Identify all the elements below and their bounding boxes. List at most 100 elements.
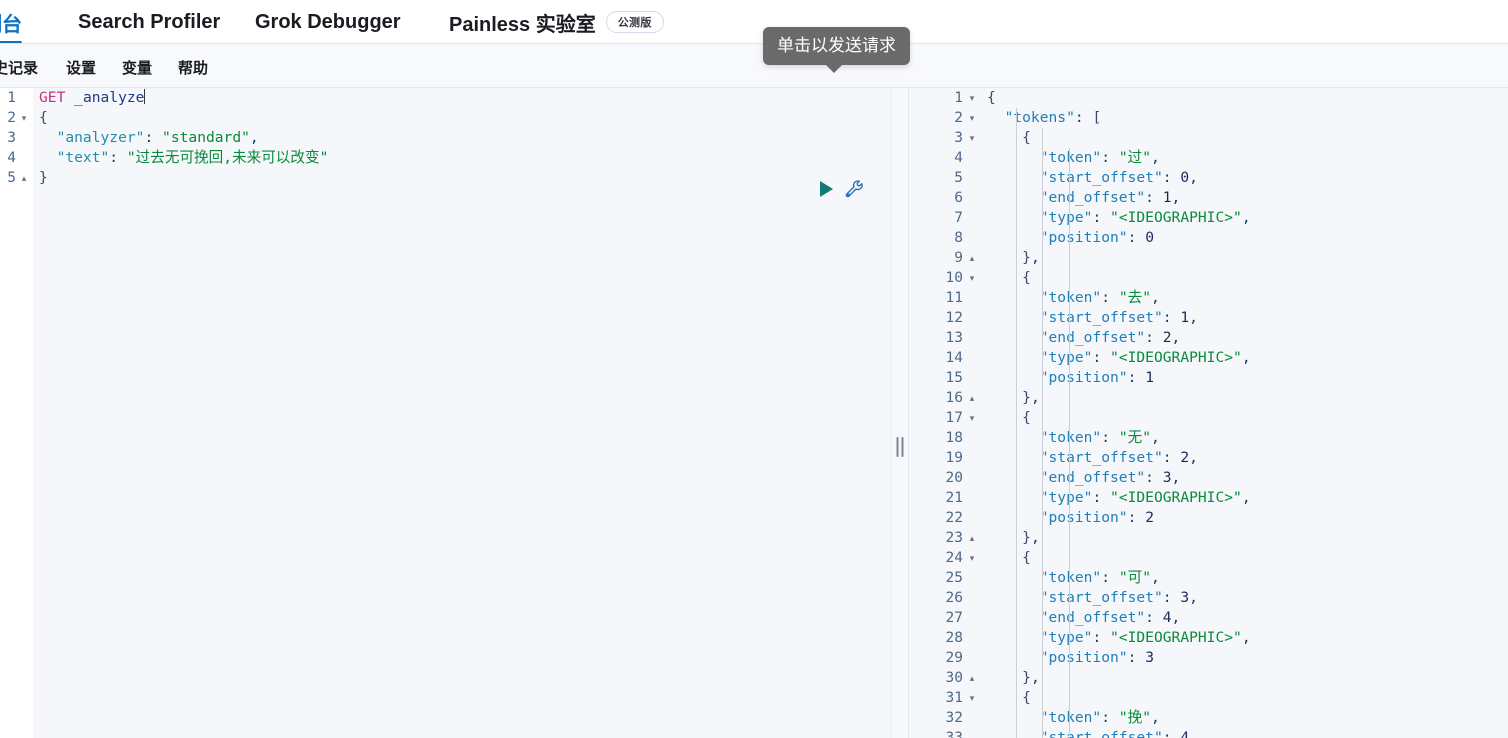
code-line: },	[1022, 669, 1040, 686]
code-fold-toggle[interactable]: ▾	[966, 108, 978, 128]
submenu-item-1[interactable]: 历史记录	[0, 57, 38, 78]
code-line: "position": 2	[1039, 509, 1154, 526]
line-number: 8	[954, 230, 963, 246]
line-number: 22	[945, 510, 963, 526]
line-number: 2	[954, 110, 963, 126]
pane-splitter[interactable]	[891, 88, 909, 738]
line-number: 18	[945, 430, 963, 446]
line-number: 28	[945, 630, 963, 646]
code-line: "end_offset": 3,	[1039, 469, 1181, 486]
code-line: "position": 0	[1039, 229, 1154, 246]
gutter-line: 19	[909, 448, 981, 468]
code-fold-toggle[interactable]: ▴	[966, 668, 978, 688]
code-line: {	[1022, 549, 1031, 566]
gutter-line: 7	[909, 208, 981, 228]
line-number: 33	[945, 730, 963, 738]
nav-tab-1[interactable]: 控制台	[0, 0, 22, 44]
code-line: "start_offset": 4,	[1039, 729, 1198, 738]
gutter-line: 32	[909, 708, 981, 728]
play-icon[interactable]	[820, 181, 833, 197]
line-number: 6	[954, 190, 963, 206]
code-fold-toggle[interactable]: ▾	[966, 548, 978, 568]
gutter-line: 1 ▾	[909, 88, 981, 108]
code-line: {	[1022, 409, 1031, 426]
gutter-line: 15	[909, 368, 981, 388]
nav-tab-label: Search Profiler	[78, 10, 221, 33]
gutter-line: 12	[909, 308, 981, 328]
code-fold-toggle[interactable]: ▾	[18, 108, 30, 128]
code-line: "end_offset": 2,	[1039, 329, 1181, 346]
line-number: 30	[945, 670, 963, 686]
code-fold-toggle[interactable]: ▾	[966, 408, 978, 428]
gutter-line: 3	[0, 128, 33, 148]
response-output-pane[interactable]: 1 ▾ 2 ▾ 3 ▾ 4 5 6 7 8 9 ▴ 10 ▾ 11 12 13 14 15 16 ▴ 17 ▾ 18 19 20 21…	[909, 88, 1508, 738]
gutter-line: 17 ▾	[909, 408, 981, 428]
line-number: 13	[945, 330, 963, 346]
line-number: 10	[945, 270, 963, 286]
code-fold-toggle[interactable]: ▴	[966, 388, 978, 408]
nav-tab-badge: 公测版	[605, 11, 664, 33]
line-number: 23	[945, 530, 963, 546]
code-fold-toggle[interactable]: ▾	[966, 88, 978, 108]
code-fold-toggle[interactable]: ▾	[966, 128, 978, 148]
line-number: 4	[954, 150, 963, 166]
line-number: 2	[7, 110, 16, 126]
gutter-line: 13	[909, 328, 981, 348]
code-line: "type": "<IDEOGRAPHIC>",	[1039, 349, 1251, 366]
splitter-grip[interactable]	[896, 437, 904, 457]
code-line: "end_offset": 1,	[1039, 189, 1181, 206]
response-code-surface[interactable]: { "tokens": [ { "token": "过", "start_off…	[981, 88, 1508, 738]
gutter-line: 18	[909, 428, 981, 448]
nav-tab-3[interactable]: Grok Debugger	[255, 0, 401, 44]
nav-tab-2[interactable]: Search Profiler	[78, 0, 220, 44]
line-number: 5	[7, 170, 16, 186]
line-number: 4	[7, 150, 16, 166]
submenu-item-4[interactable]: 帮助	[178, 57, 208, 78]
gutter-line: 29	[909, 648, 981, 668]
request-editor-pane[interactable]: 1 2 ▾ 3 4 5 ▴ GET _analyze{ "analyzer": "stand…	[0, 88, 891, 738]
code-line: {	[1022, 129, 1031, 146]
console-body: 1 2 ▾ 3 4 5 ▴ GET _analyze{ "analyzer": "stand…	[0, 88, 1508, 738]
line-number: 21	[945, 490, 963, 506]
line-number: 29	[945, 650, 963, 666]
submenu-item-2[interactable]: 设置	[66, 57, 96, 78]
code-line: "analyzer": "standard",	[56, 129, 259, 146]
tooltip-text: 单击以发送请求	[777, 36, 896, 55]
code-line: },	[1022, 249, 1040, 266]
code-line: "start_offset": 3,	[1039, 589, 1198, 606]
gutter-line: 11	[909, 288, 981, 308]
send-request-tooltip: 单击以发送请求	[763, 27, 910, 73]
line-number: 31	[945, 690, 963, 706]
line-number: 3	[7, 130, 16, 146]
gutter-line: 3 ▾	[909, 128, 981, 148]
code-fold-toggle[interactable]: ▴	[966, 248, 978, 268]
code-line: "start_offset": 2,	[1039, 449, 1198, 466]
code-line: "start_offset": 0,	[1039, 169, 1198, 186]
line-number: 27	[945, 610, 963, 626]
request-code-surface[interactable]: GET _analyze { "analyzer": "standard", "t…	[33, 88, 891, 738]
gutter-line: 26	[909, 588, 981, 608]
nav-tab-4[interactable]: Painless 实验室 公测版	[449, 0, 664, 44]
code-line: "position": 3	[1039, 649, 1154, 666]
gutter-line: 33	[909, 728, 981, 738]
code-line: "tokens": [	[1004, 109, 1102, 126]
line-number: 20	[945, 470, 963, 486]
code-fold-toggle[interactable]: ▴	[966, 528, 978, 548]
code-line: "start_offset": 1,	[1039, 309, 1198, 326]
code-line: "token": "无",	[1039, 429, 1160, 446]
submenu-item-3[interactable]: 变量	[122, 57, 152, 78]
gutter-line: 6	[909, 188, 981, 208]
nav-tab-label: 控制台	[0, 13, 22, 36]
indent-guide	[1069, 148, 1070, 738]
code-line: {	[39, 109, 48, 126]
code-fold-toggle[interactable]: ▾	[966, 688, 978, 708]
code-line: }	[39, 169, 48, 186]
gutter-line: 2 ▾	[909, 108, 981, 128]
wrench-icon[interactable]	[844, 179, 864, 199]
code-fold-toggle[interactable]: ▴	[18, 168, 30, 188]
gutter-line: 31 ▾	[909, 688, 981, 708]
code-line: "type": "<IDEOGRAPHIC>",	[1039, 489, 1251, 506]
gutter-line: 16 ▴	[909, 388, 981, 408]
code-fold-toggle[interactable]: ▾	[966, 268, 978, 288]
code-line: {	[1022, 269, 1031, 286]
